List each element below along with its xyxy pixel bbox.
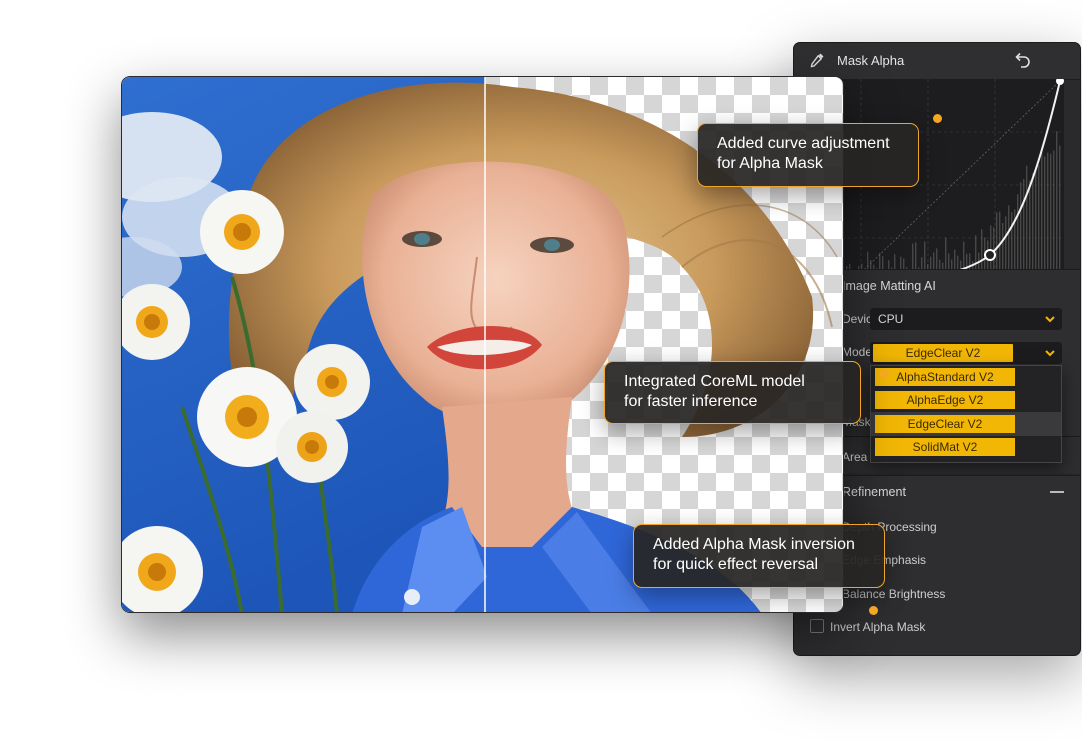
model-select[interactable]: EdgeClear V2	[870, 342, 1062, 364]
curve-control-point[interactable]	[984, 249, 996, 261]
panel-title: Mask Alpha	[837, 53, 905, 68]
model-selected-value: EdgeClear V2	[873, 344, 1013, 362]
refinement-item[interactable]: Balance Brightness	[842, 587, 945, 601]
callout-line: Integrated CoreML model	[624, 373, 805, 390]
eyedropper-icon[interactable]	[808, 51, 826, 69]
undo-icon[interactable]	[1012, 51, 1032, 69]
callout-line: Added Alpha Mask inversion	[653, 536, 855, 553]
model-option[interactable]: SolidMat V2	[875, 438, 1015, 456]
callout-pointer-dot	[869, 606, 878, 615]
device-select[interactable]: CPU	[870, 308, 1062, 330]
callout-line: for faster inference	[624, 393, 758, 410]
model-option[interactable]: EdgeClear V2	[875, 415, 1015, 433]
callout-line: for Alpha Mask	[717, 155, 823, 172]
invert-alpha-label: Invert Alpha Mask	[830, 620, 926, 634]
image-matting-title: Image Matting AI	[842, 279, 936, 293]
callout-pointer-dot	[880, 369, 889, 378]
chevron-down-icon	[1045, 350, 1055, 357]
invert-alpha-checkbox[interactable]	[810, 619, 824, 633]
curve-callout: Added curve adjustment for Alpha Mask	[697, 123, 919, 187]
coreml-callout: Integrated CoreML model for faster infer…	[604, 361, 861, 424]
device-value: CPU	[878, 312, 904, 326]
panel-header: Mask Alpha	[794, 43, 1080, 80]
invert-callout: Added Alpha Mask inversion for quick eff…	[633, 524, 885, 588]
callout-line: Added curve adjustment	[717, 135, 890, 152]
callout-pointer-dot	[933, 114, 942, 123]
chevron-down-icon	[1045, 316, 1055, 323]
model-option[interactable]: AlphaStandard V2	[875, 368, 1015, 386]
model-option[interactable]: AlphaEdge V2	[875, 391, 1015, 409]
curve-end-point[interactable]	[1056, 77, 1064, 85]
collapse-minus-icon[interactable]	[1050, 491, 1064, 493]
refinement-title: Refinement	[842, 485, 906, 499]
model-dropdown-menu: AlphaStandard V2 AlphaEdge V2 EdgeClear …	[870, 365, 1062, 463]
callout-line: for quick effect reversal	[653, 556, 819, 573]
